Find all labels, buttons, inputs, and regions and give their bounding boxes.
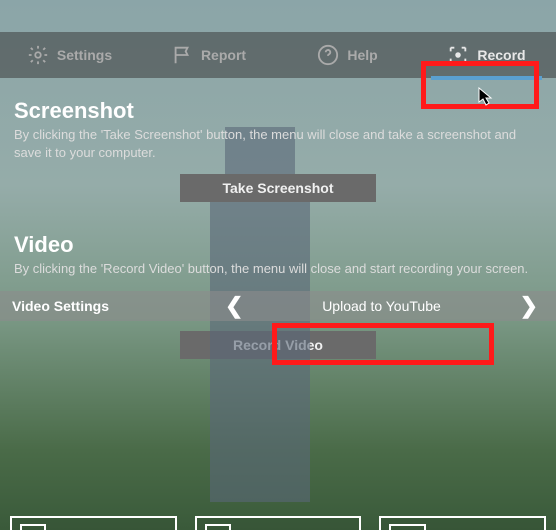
take-screenshot-button[interactable]: Take Screenshot — [180, 174, 376, 202]
chevron-right-icon[interactable]: ❯ — [514, 293, 544, 319]
top-tabs: Settings Report Help Record — [0, 32, 556, 78]
leave-game-button[interactable]: L Leave Game — [195, 516, 362, 530]
tab-record[interactable]: Record — [417, 32, 556, 78]
video-settings-value: Upload to YouTube — [249, 298, 513, 314]
flag-icon — [171, 44, 193, 66]
gear-icon — [27, 44, 49, 66]
screenshot-desc: By clicking the 'Take Screenshot' button… — [14, 126, 542, 162]
video-settings-label: Video Settings — [12, 298, 109, 314]
key-l: L — [205, 524, 231, 530]
tab-report[interactable]: Report — [139, 32, 278, 78]
bottom-bar: R Reset Character L Leave Game ESC Resum… — [0, 516, 556, 530]
chevron-left-icon[interactable]: ❮ — [219, 293, 249, 319]
record-icon — [447, 44, 469, 66]
resume-game-button[interactable]: ESC Resume Game — [379, 516, 546, 530]
tab-label: Help — [347, 47, 377, 63]
tab-help[interactable]: Help — [278, 32, 417, 78]
video-settings-bar: Video Settings ❮ Upload to YouTube ❯ — [0, 291, 556, 321]
tab-settings[interactable]: Settings — [0, 32, 139, 78]
screenshot-title: Screenshot — [14, 98, 542, 124]
reset-character-button[interactable]: R Reset Character — [10, 516, 177, 530]
video-title: Video — [14, 232, 542, 258]
tab-label: Record — [477, 47, 525, 63]
tab-label: Report — [201, 47, 246, 63]
tab-label: Settings — [57, 47, 112, 63]
help-icon — [317, 44, 339, 66]
key-esc: ESC — [389, 524, 426, 530]
video-desc: By clicking the 'Record Video' button, t… — [14, 260, 542, 278]
key-r: R — [20, 524, 46, 530]
